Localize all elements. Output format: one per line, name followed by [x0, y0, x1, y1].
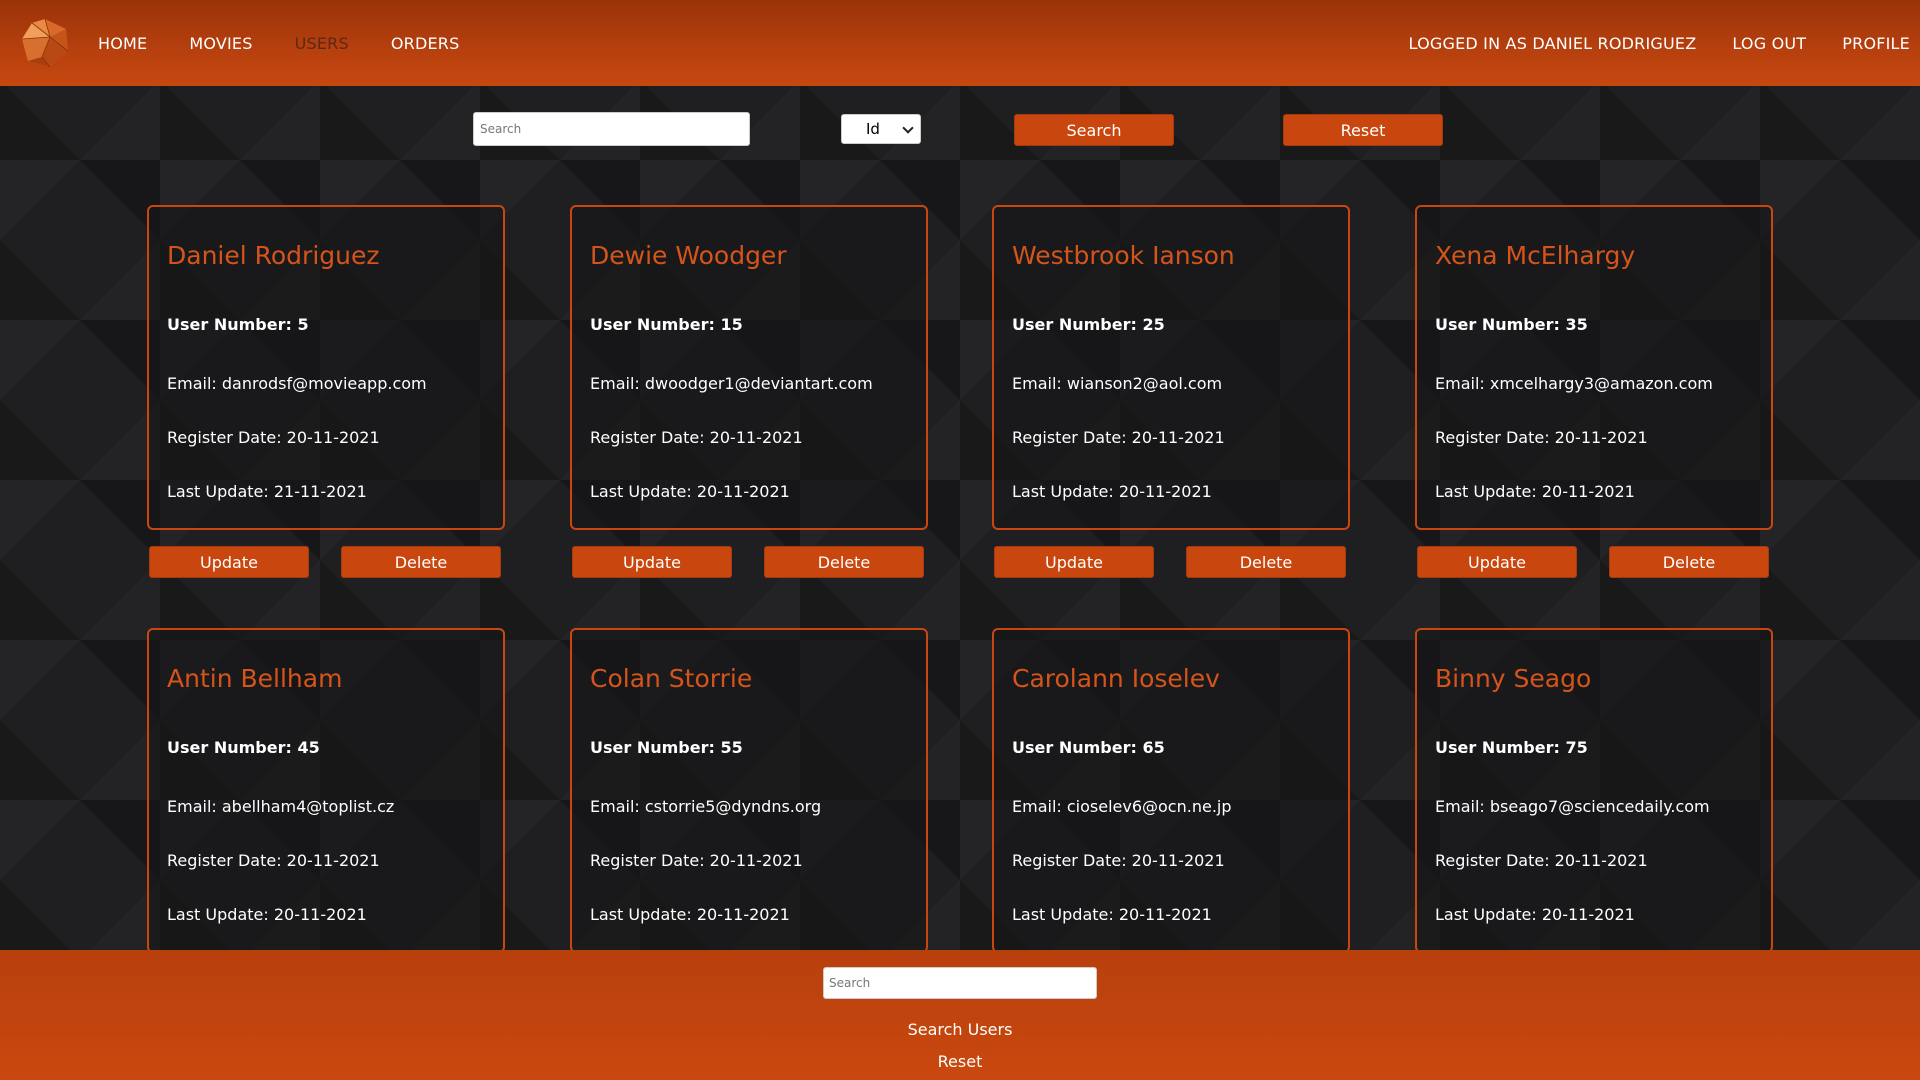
user-register-date: Register Date: 20-11-2021 [590, 851, 803, 870]
nav-users-link[interactable]: USERS [295, 34, 349, 53]
nav-orders-link[interactable]: ORDERS [391, 34, 460, 53]
user-register-date: Register Date: 20-11-2021 [590, 428, 803, 447]
profile-link[interactable]: PROFILE [1842, 34, 1910, 53]
logout-link[interactable]: LOG OUT [1732, 34, 1806, 53]
user-card: Dewie Woodger User Number: 15 Email: dwo… [570, 205, 928, 578]
user-email: Email: xmcelhargy3@amazon.com [1435, 374, 1713, 393]
search-toolbar: Id Search Reset [0, 112, 1920, 148]
user-register-date: Register Date: 20-11-2021 [1012, 428, 1225, 447]
delete-button[interactable]: Delete [764, 546, 924, 578]
update-button[interactable]: Update [1417, 546, 1577, 578]
user-last-update: Last Update: 20-11-2021 [590, 482, 790, 501]
footer-search-input[interactable] [823, 967, 1097, 999]
update-button[interactable]: Update [994, 546, 1154, 578]
delete-button[interactable]: Delete [1609, 546, 1769, 578]
card-actions: Update Delete [572, 546, 926, 578]
user-number: User Number: 65 [1012, 738, 1165, 757]
user-card-body: Binny Seago User Number: 75 Email: bseag… [1415, 628, 1773, 953]
search-input[interactable] [473, 112, 750, 146]
card-actions: Update Delete [1417, 546, 1771, 578]
user-number: User Number: 25 [1012, 315, 1165, 334]
user-card-body: Antin Bellham User Number: 45 Email: abe… [147, 628, 505, 953]
user-last-update: Last Update: 20-11-2021 [590, 905, 790, 924]
search-users-link[interactable]: Search Users [0, 1020, 1920, 1039]
delete-button[interactable]: Delete [341, 546, 501, 578]
card-actions: Update Delete [994, 546, 1348, 578]
nav-account: LOGGED IN AS DANIEL RODRIGUEZ LOG OUT PR… [1373, 0, 1910, 86]
user-card-body: Xena McElhargy User Number: 35 Email: xm… [1415, 205, 1773, 530]
user-last-update: Last Update: 20-11-2021 [167, 905, 367, 924]
user-card-body: Carolann Ioselev User Number: 65 Email: … [992, 628, 1350, 953]
footer-reset-link[interactable]: Reset [0, 1052, 1920, 1071]
user-card: Xena McElhargy User Number: 35 Email: xm… [1415, 205, 1773, 578]
user-card: Carolann Ioselev User Number: 65 Email: … [992, 628, 1350, 953]
user-name: Xena McElhargy [1435, 241, 1636, 270]
user-card: Daniel Rodriguez User Number: 5 Email: d… [147, 205, 505, 578]
user-card-body: Dewie Woodger User Number: 15 Email: dwo… [570, 205, 928, 530]
nav-movies-link[interactable]: MOVIES [189, 34, 252, 53]
logged-in-user-link[interactable]: LOGGED IN AS DANIEL RODRIGUEZ [1409, 34, 1697, 53]
user-register-date: Register Date: 20-11-2021 [1012, 851, 1225, 870]
nav-primary: HOME MOVIES USERS ORDERS [98, 0, 501, 86]
user-name: Dewie Woodger [590, 241, 787, 270]
faceted-gem-logo-icon[interactable] [20, 17, 70, 69]
user-email: Email: bseago7@sciencedaily.com [1435, 797, 1710, 816]
footer-search-bar: Search Users Reset [0, 950, 1920, 1080]
user-card: Antin Bellham User Number: 45 Email: abe… [147, 628, 505, 953]
user-name: Westbrook Ianson [1012, 241, 1235, 270]
user-card-body: Colan Storrie User Number: 55 Email: cst… [570, 628, 928, 953]
user-card-body: Westbrook Ianson User Number: 25 Email: … [992, 205, 1350, 530]
user-register-date: Register Date: 20-11-2021 [1435, 851, 1648, 870]
user-last-update: Last Update: 20-11-2021 [1012, 905, 1212, 924]
user-name: Antin Bellham [167, 664, 343, 693]
chevron-down-icon [902, 122, 914, 134]
user-email: Email: dwoodger1@deviantart.com [590, 374, 873, 393]
user-email: Email: cstorrie5@dyndns.org [590, 797, 822, 816]
user-number: User Number: 45 [167, 738, 320, 757]
user-card: Binny Seago User Number: 75 Email: bseag… [1415, 628, 1773, 953]
user-register-date: Register Date: 20-11-2021 [167, 851, 380, 870]
user-number: User Number: 5 [167, 315, 309, 334]
user-name: Binny Seago [1435, 664, 1592, 693]
user-last-update: Last Update: 20-11-2021 [1435, 905, 1635, 924]
nav-home-link[interactable]: HOME [98, 34, 147, 53]
user-last-update: Last Update: 21-11-2021 [167, 482, 367, 501]
user-card-body: Daniel Rodriguez User Number: 5 Email: d… [147, 205, 505, 530]
top-navbar: HOME MOVIES USERS ORDERS LOGGED IN AS DA… [0, 0, 1920, 86]
user-email: Email: abellham4@toplist.cz [167, 797, 395, 816]
user-card: Westbrook Ianson User Number: 25 Email: … [992, 205, 1350, 578]
user-email: Email: wianson2@aol.com [1012, 374, 1223, 393]
user-email: Email: danrodsf@movieapp.com [167, 374, 427, 393]
search-button[interactable]: Search [1014, 114, 1174, 146]
user-number: User Number: 35 [1435, 315, 1588, 334]
user-last-update: Last Update: 20-11-2021 [1012, 482, 1212, 501]
user-card: Colan Storrie User Number: 55 Email: cst… [570, 628, 928, 953]
user-register-date: Register Date: 20-11-2021 [167, 428, 380, 447]
user-email: Email: cioselev6@ocn.ne.jp [1012, 797, 1232, 816]
delete-button[interactable]: Delete [1186, 546, 1346, 578]
reset-button[interactable]: Reset [1283, 114, 1443, 146]
user-number: User Number: 55 [590, 738, 743, 757]
update-button[interactable]: Update [149, 546, 309, 578]
user-last-update: Last Update: 20-11-2021 [1435, 482, 1635, 501]
select-value: Id [866, 120, 880, 138]
user-name: Carolann Ioselev [1012, 664, 1220, 693]
user-register-date: Register Date: 20-11-2021 [1435, 428, 1648, 447]
update-button[interactable]: Update [572, 546, 732, 578]
card-actions: Update Delete [149, 546, 503, 578]
user-name: Colan Storrie [590, 664, 753, 693]
user-number: User Number: 75 [1435, 738, 1588, 757]
user-name: Daniel Rodriguez [167, 241, 380, 270]
user-number: User Number: 15 [590, 315, 743, 334]
search-field-select[interactable]: Id [841, 114, 921, 144]
